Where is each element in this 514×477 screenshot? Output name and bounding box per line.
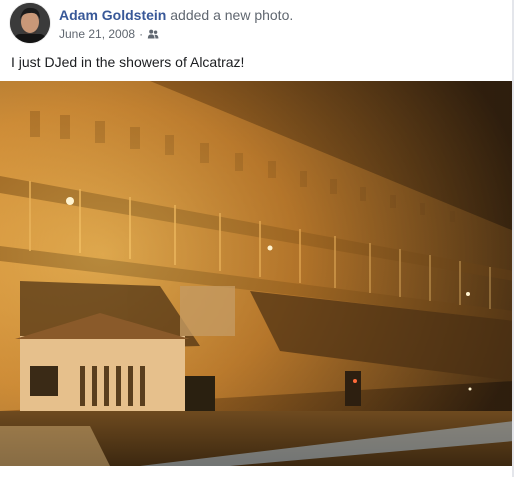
post-meta: June 21, 2008 · [59,27,159,41]
post-header-line: Adam Goldstein added a new photo. [59,7,293,23]
post-date-link[interactable]: June 21, 2008 [59,27,135,41]
friends-icon[interactable] [147,28,159,40]
post-photo[interactable] [0,81,514,466]
avatar-photo [10,3,50,43]
night-building-photo [0,81,514,466]
meta-separator: · [139,27,144,41]
author-name-link[interactable]: Adam Goldstein [59,7,166,23]
feed-post: Adam Goldstein added a new photo. June 2… [0,0,514,477]
post-caption: I just DJed in the showers of Alcatraz! [11,54,245,70]
post-action-text: added a new photo. [166,7,294,23]
author-avatar[interactable] [10,3,50,43]
